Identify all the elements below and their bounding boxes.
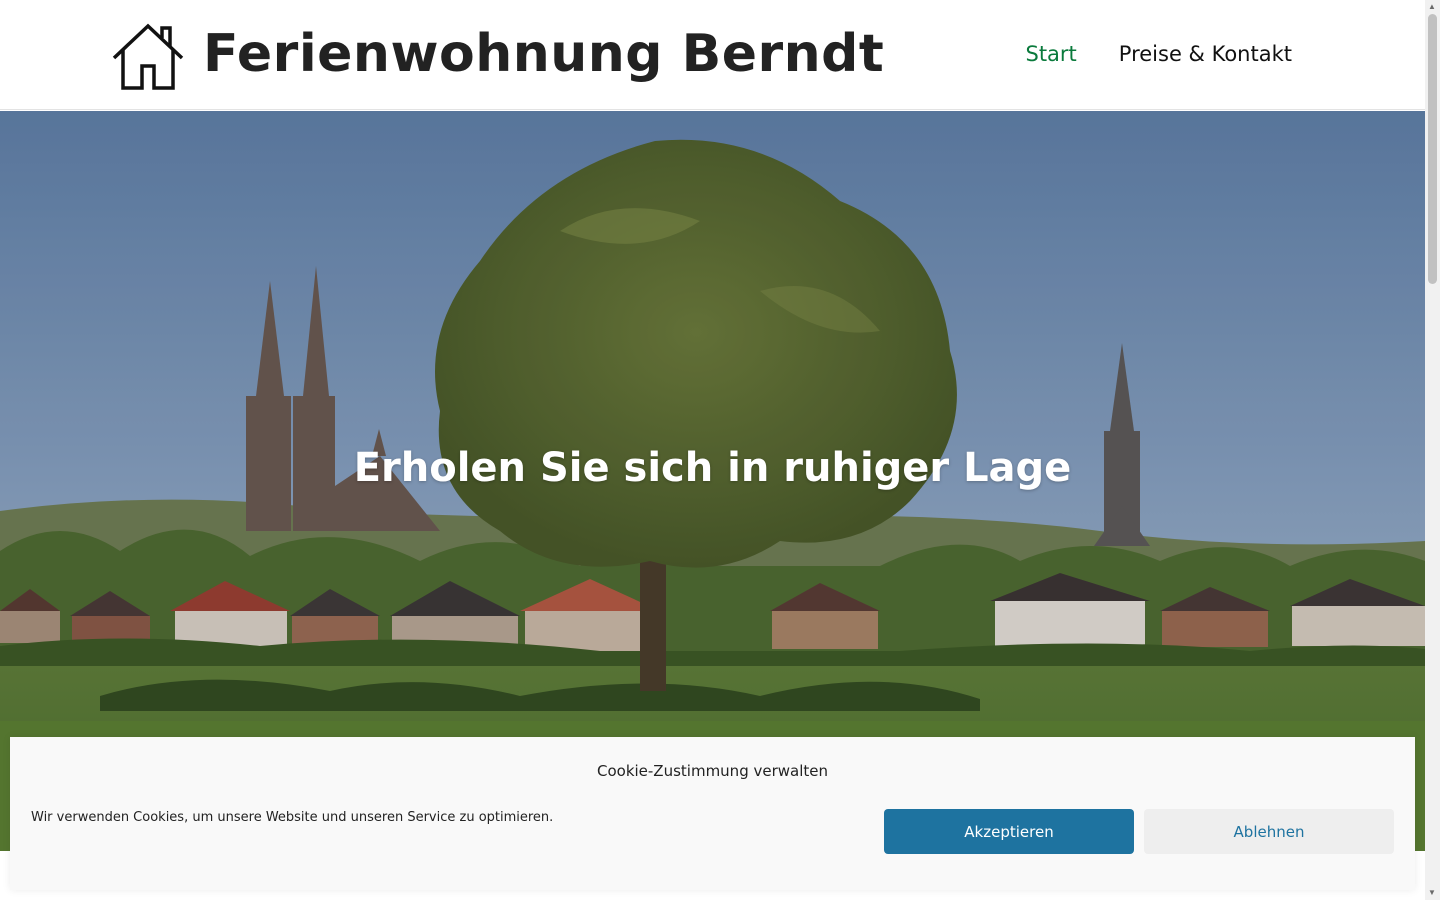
site-title[interactable]: Ferienwohnung Berndt — [203, 24, 884, 84]
main-nav: Start Preise & Kontakt — [1025, 42, 1292, 66]
house-icon — [112, 23, 184, 90]
nav-item-start[interactable]: Start — [1025, 42, 1076, 66]
site-header: Ferienwohnung Berndt Start Preise & Kont… — [0, 0, 1425, 110]
accept-cookies-button[interactable]: Akzeptieren — [884, 809, 1134, 854]
cookie-banner-title: Cookie-Zustimmung verwalten — [596, 762, 828, 780]
page-scrollbar[interactable]: ▲ ▼ — [1425, 0, 1440, 900]
cookie-consent-banner: Cookie-Zustimmung verwalten Wir verwende… — [10, 737, 1415, 890]
cookie-banner-text: Wir verwenden Cookies, um unsere Website… — [31, 810, 554, 825]
site-logo-link[interactable] — [112, 22, 184, 92]
nav-item-preise-kontakt[interactable]: Preise & Kontakt — [1119, 42, 1292, 66]
hero-heading: Erholen Sie sich in ruhiger Lage — [353, 445, 1072, 491]
decline-cookies-button[interactable]: Ablehnen — [1144, 809, 1394, 854]
page: Ferienwohnung Berndt Start Preise & Kont… — [0, 0, 1425, 900]
scrollbar-thumb[interactable] — [1428, 14, 1437, 284]
scroll-down-arrow-icon[interactable]: ▼ — [1428, 888, 1436, 898]
scroll-up-arrow-icon[interactable]: ▲ — [1428, 2, 1436, 12]
